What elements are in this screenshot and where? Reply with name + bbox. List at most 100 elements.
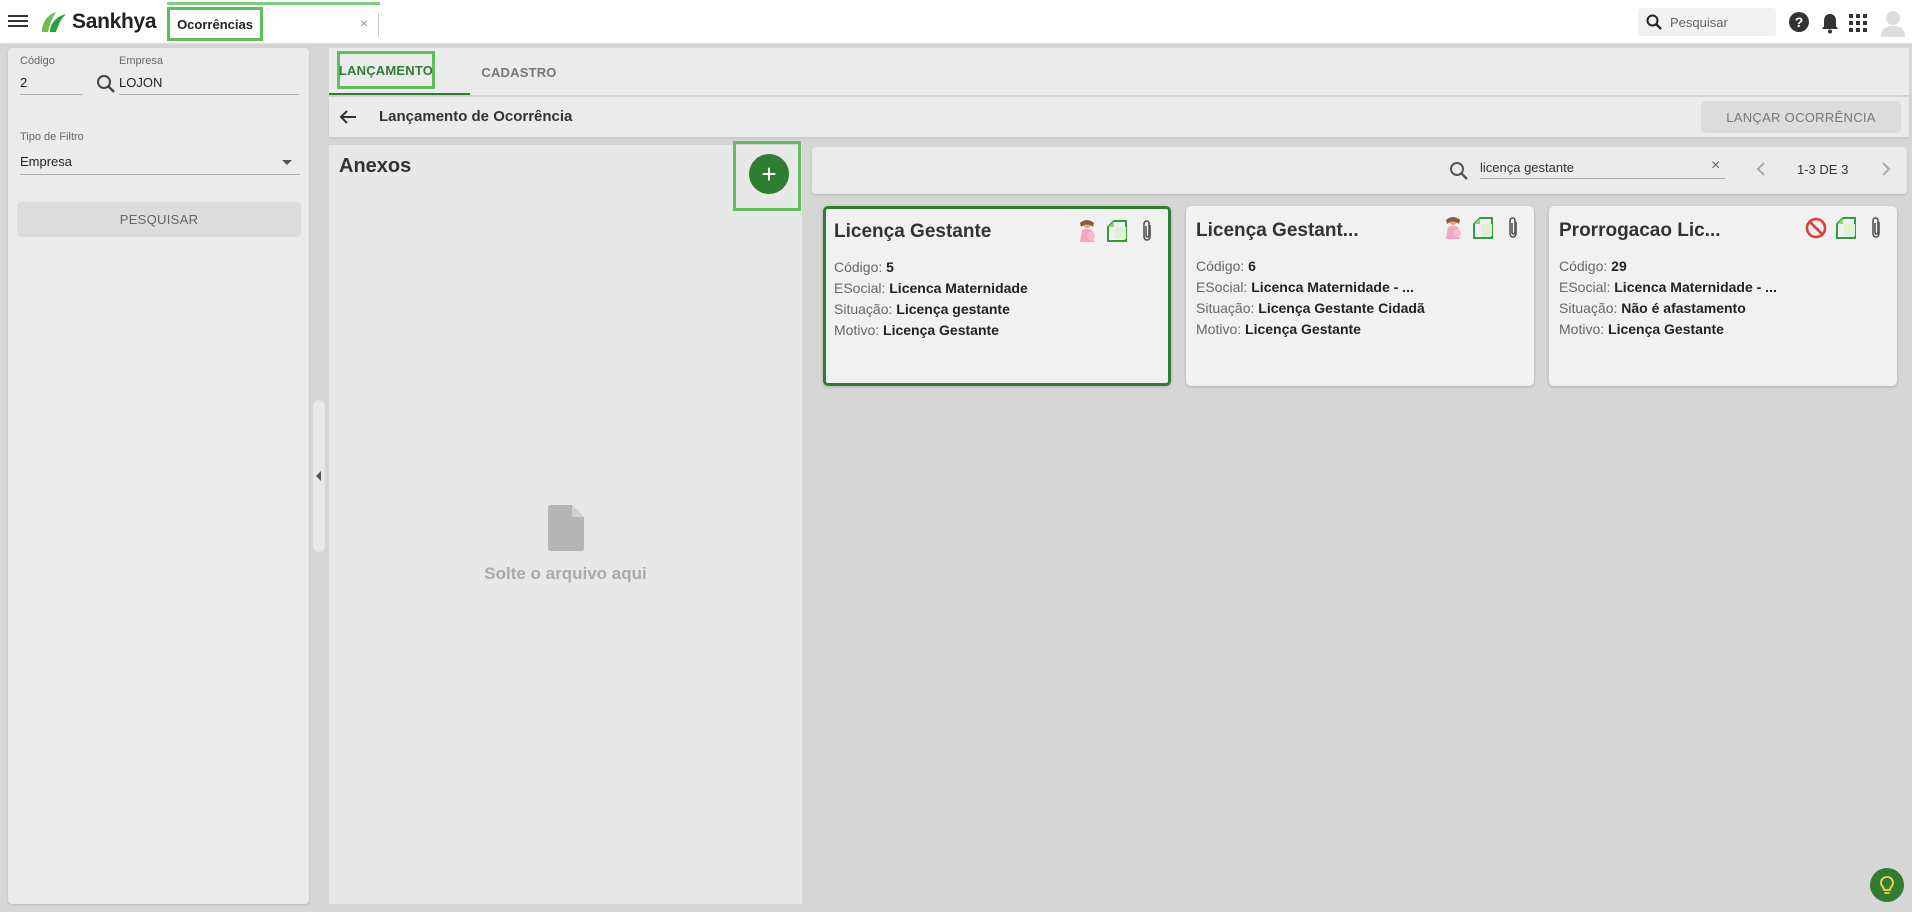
codigo-label: Código [20, 55, 55, 67]
tab-lancamento[interactable]: LANÇAMENTO [337, 51, 435, 89]
add-attachment-button[interactable]: + [749, 154, 789, 194]
anexos-title: Anexos [339, 155, 412, 177]
global-search[interactable] [1638, 8, 1776, 36]
card-codigo-value: 6 [1248, 258, 1256, 274]
pregnant-woman-icon [1080, 220, 1095, 242]
pagination-label: 1-3 DE 3 [1797, 162, 1849, 177]
card-situacao-row: Situação: Licença gestante [834, 299, 1028, 320]
top-bar: Sankhya Ocorrências × ? [0, 0, 1912, 44]
motivo-field-label: Motivo: [1559, 321, 1605, 337]
document-icon[interactable] [1835, 216, 1857, 240]
motivo-field-label: Motivo: [1196, 321, 1242, 337]
tipo-filtro-label: Tipo de Filtro [20, 131, 84, 143]
occurrence-card[interactable]: Prorrogacao Lic... Código: 29 ESocial: L… [1549, 206, 1897, 386]
card-motivo-row: Motivo: Licença Gestante [1196, 319, 1425, 340]
block-icon [1805, 217, 1827, 239]
card-situacao-row: Situação: Não é afastamento [1559, 298, 1777, 319]
codigo-field-label: Código: [1559, 258, 1608, 274]
search-icon [1646, 14, 1662, 30]
lancar-ocorrencia-button[interactable]: LANÇAR OCORRÊNCIA [1701, 101, 1901, 133]
tab-divider [378, 13, 379, 37]
add-attachment-frame: + [733, 141, 801, 211]
clear-search-icon[interactable]: × [1711, 157, 1720, 175]
app-tab-ocorrencias[interactable]: Ocorrências × [167, 5, 380, 43]
document-icon[interactable] [1472, 216, 1494, 240]
caret-down-icon [282, 160, 292, 165]
help-icon[interactable]: ? [1789, 12, 1809, 32]
card-icons [1805, 216, 1887, 240]
card-icons [1442, 216, 1524, 240]
app-tab-label[interactable]: Ocorrências [167, 7, 263, 41]
occurrence-card[interactable]: Licença Gestant... Código: 6 ESocial: Li… [1186, 206, 1534, 386]
card-codigo-row: Código: 29 [1559, 256, 1777, 277]
sankhya-logo[interactable]: Sankhya [40, 10, 157, 34]
page-header: Lançamento de Ocorrência LANÇAR OCORRÊNC… [329, 97, 1909, 137]
global-search-input[interactable] [1670, 14, 1770, 30]
lightbulb-icon [1880, 876, 1894, 894]
hamburger-menu-icon[interactable] [8, 12, 28, 32]
active-tab-indicator [329, 93, 470, 95]
esocial-field-label: ESocial: [834, 280, 886, 296]
chevron-left-icon[interactable] [1755, 161, 1767, 177]
motivo-field-label: Motivo: [834, 322, 880, 338]
card-esocial-row: ESocial: Licenca Maternidade [834, 278, 1028, 299]
bell-icon[interactable] [1820, 12, 1840, 34]
codigo-field-label: Código: [1196, 258, 1245, 274]
codigo-input[interactable] [20, 75, 82, 95]
search-icon[interactable] [96, 74, 116, 94]
collapse-arrow-icon[interactable] [316, 471, 321, 481]
panel-splitter[interactable] [313, 400, 325, 552]
card-codigo-value: 29 [1611, 258, 1627, 274]
card-motivo-row: Motivo: Licença Gestante [1559, 319, 1777, 340]
search-icon [1450, 162, 1468, 180]
esocial-field-label: ESocial: [1196, 279, 1248, 295]
codigo-field-label: Código: [834, 259, 883, 275]
user-avatar-icon[interactable] [1880, 9, 1906, 37]
card-details: Código: 5 ESocial: Licenca Maternidade S… [834, 257, 1028, 341]
card-situacao-value: Licença gestante [896, 301, 1010, 317]
occurrence-search-input[interactable] [1480, 157, 1725, 179]
empresa-input[interactable] [119, 75, 299, 95]
card-codigo-row: Código: 6 [1196, 256, 1425, 277]
paperclip-icon[interactable] [1865, 216, 1887, 240]
card-motivo-row: Motivo: Licença Gestante [834, 320, 1028, 341]
empresa-label: Empresa [119, 55, 164, 67]
chevron-right-icon[interactable] [1880, 161, 1892, 177]
card-esocial-value: Licenca Maternidade - ... [1251, 279, 1414, 295]
search-toolbar: × 1-3 DE 3 [812, 147, 1907, 194]
card-codigo-value: 5 [886, 259, 894, 275]
lightbulb-tip-button[interactable] [1870, 868, 1904, 902]
tabs-bar: LANÇAMENTO CADASTRO [329, 48, 1909, 96]
pregnant-woman-icon [1446, 217, 1461, 239]
tipo-filtro-value: Empresa [20, 154, 73, 169]
card-motivo-value: Licença Gestante [1245, 321, 1361, 337]
document-icon[interactable] [1106, 219, 1128, 243]
tipo-filtro-select[interactable]: Empresa [20, 149, 300, 175]
paperclip-icon[interactable] [1502, 216, 1524, 240]
card-title: Licença Gestant... [1196, 220, 1359, 241]
drop-zone-text: Solte o arquivo aqui [484, 564, 647, 583]
occurrence-card[interactable]: Licença Gestante Código: 5 ESocial: Lice… [823, 206, 1171, 386]
card-esocial-row: ESocial: Licenca Maternidade - ... [1196, 277, 1425, 298]
back-arrow-icon[interactable] [339, 108, 357, 126]
tab-cadastro[interactable]: CADASTRO [479, 50, 559, 94]
card-title: Prorrogacao Lic... [1559, 220, 1721, 241]
brand-name: Sankhya [72, 10, 157, 33]
card-icons [1076, 219, 1158, 243]
card-situacao-row: Situação: Licença Gestante Cidadã [1196, 298, 1425, 319]
card-details: Código: 6 ESocial: Licenca Maternidade -… [1196, 256, 1425, 340]
card-motivo-value: Licença Gestante [1608, 321, 1724, 337]
close-icon[interactable]: × [360, 15, 368, 31]
card-codigo-row: Código: 5 [834, 257, 1028, 278]
paperclip-icon[interactable] [1136, 219, 1158, 243]
apps-grid-icon[interactable] [1849, 14, 1867, 32]
file-icon [547, 505, 584, 551]
pesquisar-button[interactable]: PESQUISAR [17, 202, 301, 237]
situacao-field-label: Situação: [1559, 300, 1618, 316]
file-drop-zone[interactable]: Solte o arquivo aqui [329, 505, 802, 584]
situacao-field-label: Situação: [834, 301, 893, 317]
card-situacao-value: Não é afastamento [1621, 300, 1746, 316]
card-esocial-value: Licenca Maternidade - ... [1614, 279, 1777, 295]
anexos-panel: Anexos + Solte o arquivo aqui [329, 141, 802, 904]
esocial-field-label: ESocial: [1559, 279, 1611, 295]
